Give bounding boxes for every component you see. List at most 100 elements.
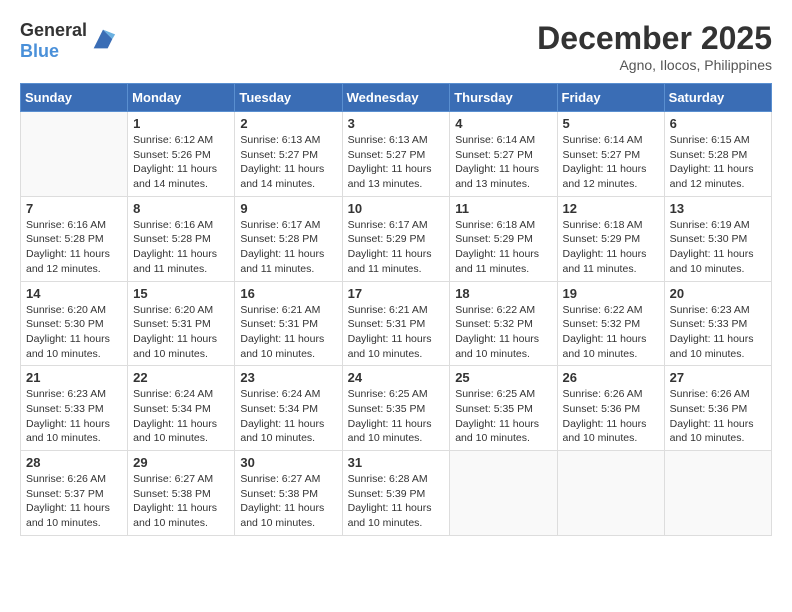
cell-info: Sunrise: 6:22 AMSunset: 5:32 PMDaylight:… bbox=[455, 303, 551, 362]
day-number: 1 bbox=[133, 116, 229, 131]
calendar-cell: 18 Sunrise: 6:22 AMSunset: 5:32 PMDayligh… bbox=[450, 281, 557, 366]
day-number: 7 bbox=[26, 201, 122, 216]
day-number: 24 bbox=[348, 370, 445, 385]
calendar-cell: 29 Sunrise: 6:27 AMSunset: 5:38 PMDayligh… bbox=[128, 451, 235, 536]
cell-info: Sunrise: 6:18 AMSunset: 5:29 PMDaylight:… bbox=[455, 218, 551, 277]
cell-info: Sunrise: 6:23 AMSunset: 5:33 PMDaylight:… bbox=[670, 303, 766, 362]
day-number: 20 bbox=[670, 286, 766, 301]
cell-info: Sunrise: 6:25 AMSunset: 5:35 PMDaylight:… bbox=[455, 387, 551, 446]
calendar-cell: 23Sunrise: 6:24 AMSunset: 5:34 PMDayligh… bbox=[235, 366, 342, 451]
cell-info: Sunrise: 6:21 AMSunset: 5:31 PMDaylight:… bbox=[240, 303, 336, 362]
cell-info: Sunrise: 6:28 AMSunset: 5:39 PMDaylight:… bbox=[348, 472, 445, 531]
calendar-cell: 26 Sunrise: 6:26 AMSunset: 5:36 PMDayligh… bbox=[557, 366, 664, 451]
day-number: 6 bbox=[670, 116, 766, 131]
day-number: 30 bbox=[240, 455, 336, 470]
calendar-cell: 1Sunrise: 6:12 AMSunset: 5:26 PMDaylight… bbox=[128, 112, 235, 197]
calendar-cell: 31 Sunrise: 6:28 AMSunset: 5:39 PMDayligh… bbox=[342, 451, 450, 536]
weekday-header-monday: Monday bbox=[128, 84, 235, 112]
day-number: 22 bbox=[133, 370, 229, 385]
cell-info: Sunrise: 6:25 AMSunset: 5:35 PMDaylight:… bbox=[348, 387, 445, 446]
weekday-header-saturday: Saturday bbox=[664, 84, 771, 112]
cell-info: Sunrise: 6:24 AMSunset: 5:34 PMDaylight:… bbox=[240, 387, 336, 446]
weekday-header-friday: Friday bbox=[557, 84, 664, 112]
day-number: 25 bbox=[455, 370, 551, 385]
day-number: 10 bbox=[348, 201, 445, 216]
cell-info: Sunrise: 6:17 AMSunset: 5:28 PMDaylight:… bbox=[240, 218, 336, 277]
cell-info: Sunrise: 6:16 AMSunset: 5:28 PMDaylight:… bbox=[26, 218, 122, 277]
month-year-title: December 2025 bbox=[537, 20, 772, 57]
calendar-table: SundayMondayTuesdayWednesdayThursdayFrid… bbox=[20, 83, 772, 536]
day-number: 8 bbox=[133, 201, 229, 216]
calendar-cell bbox=[557, 451, 664, 536]
day-number: 13 bbox=[670, 201, 766, 216]
cell-info: Sunrise: 6:18 AMSunset: 5:29 PMDaylight:… bbox=[563, 218, 659, 277]
calendar-cell bbox=[21, 112, 128, 197]
logo-general: General bbox=[20, 20, 87, 40]
logo-blue: Blue bbox=[20, 41, 59, 61]
calendar-week-row: 21 Sunrise: 6:23 AMSunset: 5:33 PMDayligh… bbox=[21, 366, 772, 451]
calendar-cell: 17 Sunrise: 6:21 AMSunset: 5:31 PMDayligh… bbox=[342, 281, 450, 366]
calendar-cell bbox=[450, 451, 557, 536]
logo: General Blue bbox=[20, 20, 117, 62]
day-number: 4 bbox=[455, 116, 551, 131]
page-header: General Blue December 2025 Agno, Ilocos,… bbox=[20, 20, 772, 73]
day-number: 11 bbox=[455, 201, 551, 216]
logo-icon bbox=[89, 25, 117, 53]
cell-info: Sunrise: 6:14 AMSunset: 5:27 PMDaylight:… bbox=[563, 133, 659, 192]
logo-text: General Blue bbox=[20, 20, 87, 62]
calendar-cell: 15Sunrise: 6:20 AMSunset: 5:31 PMDayligh… bbox=[128, 281, 235, 366]
calendar-week-row: 14Sunrise: 6:20 AMSunset: 5:30 PMDayligh… bbox=[21, 281, 772, 366]
day-number: 21 bbox=[26, 370, 122, 385]
calendar-cell: 11 Sunrise: 6:18 AMSunset: 5:29 PMDayligh… bbox=[450, 196, 557, 281]
location-subtitle: Agno, Ilocos, Philippines bbox=[537, 57, 772, 73]
calendar-week-row: 7 Sunrise: 6:16 AMSunset: 5:28 PMDaylight… bbox=[21, 196, 772, 281]
day-number: 12 bbox=[563, 201, 659, 216]
cell-info: Sunrise: 6:17 AMSunset: 5:29 PMDaylight:… bbox=[348, 218, 445, 277]
calendar-week-row: 28Sunrise: 6:26 AMSunset: 5:37 PMDayligh… bbox=[21, 451, 772, 536]
cell-info: Sunrise: 6:23 AMSunset: 5:33 PMDaylight:… bbox=[26, 387, 122, 446]
cell-info: Sunrise: 6:27 AMSunset: 5:38 PMDaylight:… bbox=[240, 472, 336, 531]
day-number: 17 bbox=[348, 286, 445, 301]
cell-info: Sunrise: 6:26 AMSunset: 5:36 PMDaylight:… bbox=[670, 387, 766, 446]
calendar-cell: 22 Sunrise: 6:24 AMSunset: 5:34 PMDayligh… bbox=[128, 366, 235, 451]
day-number: 3 bbox=[348, 116, 445, 131]
cell-info: Sunrise: 6:15 AMSunset: 5:28 PMDaylight:… bbox=[670, 133, 766, 192]
weekday-header-tuesday: Tuesday bbox=[235, 84, 342, 112]
weekday-header-thursday: Thursday bbox=[450, 84, 557, 112]
day-number: 31 bbox=[348, 455, 445, 470]
cell-info: Sunrise: 6:20 AMSunset: 5:31 PMDaylight:… bbox=[133, 303, 229, 362]
calendar-cell: 2 Sunrise: 6:13 AMSunset: 5:27 PMDaylight… bbox=[235, 112, 342, 197]
cell-info: Sunrise: 6:26 AMSunset: 5:36 PMDaylight:… bbox=[563, 387, 659, 446]
calendar-cell: 24 Sunrise: 6:25 AMSunset: 5:35 PMDayligh… bbox=[342, 366, 450, 451]
calendar-cell: 25 Sunrise: 6:25 AMSunset: 5:35 PMDayligh… bbox=[450, 366, 557, 451]
cell-info: Sunrise: 6:21 AMSunset: 5:31 PMDaylight:… bbox=[348, 303, 445, 362]
calendar-cell: 7 Sunrise: 6:16 AMSunset: 5:28 PMDaylight… bbox=[21, 196, 128, 281]
day-number: 16 bbox=[240, 286, 336, 301]
calendar-cell: 4Sunrise: 6:14 AMSunset: 5:27 PMDaylight… bbox=[450, 112, 557, 197]
day-number: 5 bbox=[563, 116, 659, 131]
calendar-cell: 30 Sunrise: 6:27 AMSunset: 5:38 PMDayligh… bbox=[235, 451, 342, 536]
calendar-cell: 27Sunrise: 6:26 AMSunset: 5:36 PMDayligh… bbox=[664, 366, 771, 451]
calendar-cell: 13 Sunrise: 6:19 AMSunset: 5:30 PMDayligh… bbox=[664, 196, 771, 281]
day-number: 14 bbox=[26, 286, 122, 301]
calendar-cell: 28Sunrise: 6:26 AMSunset: 5:37 PMDayligh… bbox=[21, 451, 128, 536]
day-number: 29 bbox=[133, 455, 229, 470]
cell-info: Sunrise: 6:26 AMSunset: 5:37 PMDaylight:… bbox=[26, 472, 122, 531]
day-number: 26 bbox=[563, 370, 659, 385]
day-number: 19 bbox=[563, 286, 659, 301]
cell-info: Sunrise: 6:24 AMSunset: 5:34 PMDaylight:… bbox=[133, 387, 229, 446]
calendar-week-row: 1Sunrise: 6:12 AMSunset: 5:26 PMDaylight… bbox=[21, 112, 772, 197]
cell-info: Sunrise: 6:19 AMSunset: 5:30 PMDaylight:… bbox=[670, 218, 766, 277]
weekday-header-wednesday: Wednesday bbox=[342, 84, 450, 112]
day-number: 18 bbox=[455, 286, 551, 301]
cell-info: Sunrise: 6:13 AMSunset: 5:27 PMDaylight:… bbox=[348, 133, 445, 192]
cell-info: Sunrise: 6:13 AMSunset: 5:27 PMDaylight:… bbox=[240, 133, 336, 192]
day-number: 9 bbox=[240, 201, 336, 216]
calendar-cell: 19 Sunrise: 6:22 AMSunset: 5:32 PMDayligh… bbox=[557, 281, 664, 366]
cell-info: Sunrise: 6:27 AMSunset: 5:38 PMDaylight:… bbox=[133, 472, 229, 531]
day-number: 2 bbox=[240, 116, 336, 131]
calendar-cell bbox=[664, 451, 771, 536]
calendar-cell: 5 Sunrise: 6:14 AMSunset: 5:27 PMDaylight… bbox=[557, 112, 664, 197]
cell-info: Sunrise: 6:22 AMSunset: 5:32 PMDaylight:… bbox=[563, 303, 659, 362]
cell-info: Sunrise: 6:16 AMSunset: 5:28 PMDaylight:… bbox=[133, 218, 229, 277]
